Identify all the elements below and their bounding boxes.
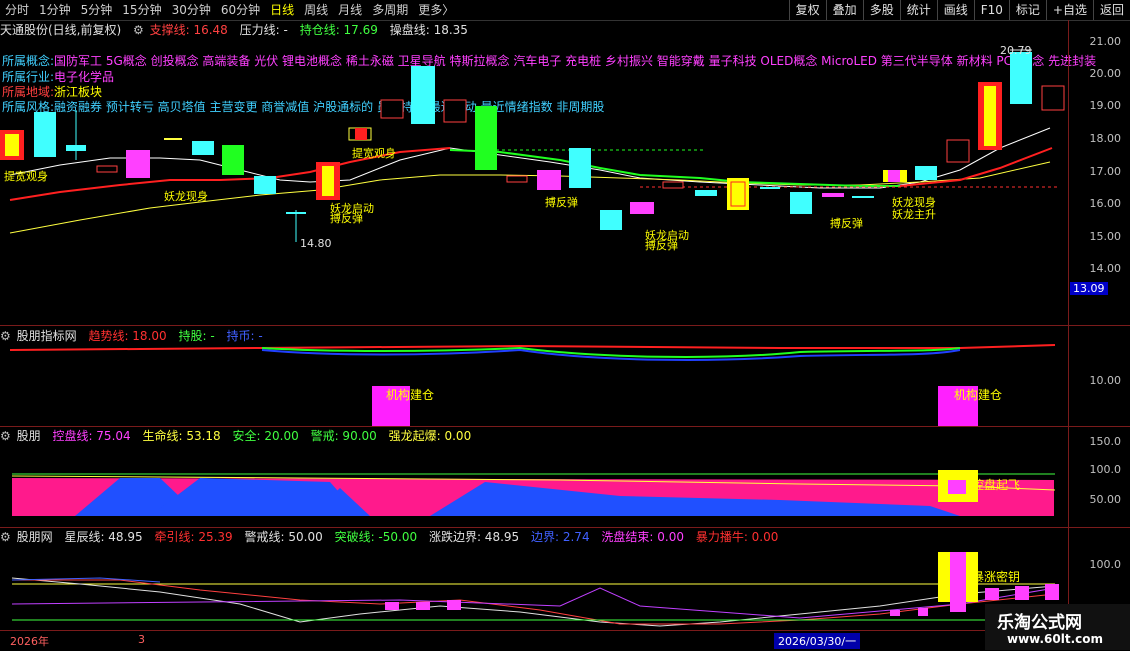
panel4-chart[interactable]: [0, 544, 1068, 630]
panel2-tag-2: 机构建仓: [954, 388, 1003, 402]
panel2-axis: 10.00: [1068, 326, 1130, 426]
month-label: 3: [138, 633, 145, 646]
tab-day[interactable]: 日线: [265, 2, 299, 18]
candlestick-chart[interactable]: [0, 20, 1068, 325]
overlay-button[interactable]: 叠加: [825, 0, 863, 20]
annotation-1: 提宽观身: [4, 170, 48, 183]
date-axis: 2026年 3 2026/03/30/一: [0, 630, 985, 651]
tab-week[interactable]: 周线: [299, 2, 333, 18]
tab-60min[interactable]: 60分钟: [216, 2, 265, 18]
tab-more[interactable]: 更多〉: [413, 2, 459, 18]
site-logo: 乐淘公式网 www.60lt.com: [985, 604, 1130, 650]
annotation-6: 搏反弹: [545, 196, 578, 209]
tab-5min[interactable]: 5分钟: [76, 2, 118, 18]
stats-button[interactable]: 统计: [899, 0, 937, 20]
tab-1min[interactable]: 1分钟: [34, 2, 76, 18]
panel4-tag: 暴涨密钥: [972, 570, 1021, 584]
back-button[interactable]: 返回: [1092, 0, 1130, 20]
panel4-gear-icon[interactable]: ⚙: [0, 530, 11, 544]
tab-30min[interactable]: 30分钟: [167, 2, 216, 18]
panel3-chart[interactable]: [0, 444, 1068, 526]
annotation-2: 提宽观身: [352, 147, 396, 160]
annotation-9: 搏反弹: [830, 217, 863, 230]
main-price-axis: 21.00 20.00 19.00 18.00 17.00 16.00 15.0…: [1068, 20, 1130, 325]
cursor-date: 2026/03/30/一: [774, 633, 861, 649]
panel2-chart[interactable]: [0, 340, 1068, 428]
annotation-8: 搏反弹: [645, 239, 678, 252]
draw-button[interactable]: 画线: [936, 0, 974, 20]
tab-month[interactable]: 月线: [333, 2, 367, 18]
current-price-marker: 13.09: [1070, 282, 1108, 295]
year-label: 2026年: [10, 635, 49, 648]
period-tabs: 分时 1分钟 5分钟 15分钟 30分钟 60分钟 日线 周线 月线 多周期 更…: [0, 2, 459, 18]
mark-button[interactable]: 标记: [1008, 0, 1046, 20]
add-favorite-button[interactable]: +自选: [1045, 0, 1093, 20]
annotation-3: 妖龙现身: [164, 190, 208, 203]
annotation-11: 妖龙主升: [892, 208, 936, 221]
tab-fenshi[interactable]: 分时: [0, 2, 34, 18]
panel3-gear-icon[interactable]: ⚙: [0, 429, 11, 443]
annotation-5: 搏反弹: [330, 212, 363, 225]
f10-button[interactable]: F10: [973, 0, 1009, 20]
panel-divider: [0, 325, 1130, 326]
tab-multi[interactable]: 多周期: [367, 2, 413, 18]
tab-15min[interactable]: 15分钟: [117, 2, 166, 18]
panel2-tag-1: 机构建仓: [386, 388, 435, 402]
high-price-label: 20.79: [1000, 44, 1032, 57]
action-buttons: 复权 叠加 多股 统计 画线 F10 标记 +自选 返回: [788, 0, 1130, 20]
restore-button[interactable]: 复权: [788, 0, 826, 20]
panel3-axis: 150.0 100.0 50.00: [1068, 427, 1130, 527]
multi-stock-button[interactable]: 多股: [862, 0, 900, 20]
period-toolbar: 分时 1分钟 5分钟 15分钟 30分钟 60分钟 日线 周线 月线 多周期 更…: [0, 0, 1130, 21]
panel3-header: ⚙ 股朋 控盘线: 75.04 生命线: 53.18 安全: 20.00 警戒:…: [0, 429, 472, 443]
low-price-label: 14.80: [300, 237, 332, 250]
panel3-tag: 控盘起飞: [972, 478, 1021, 492]
